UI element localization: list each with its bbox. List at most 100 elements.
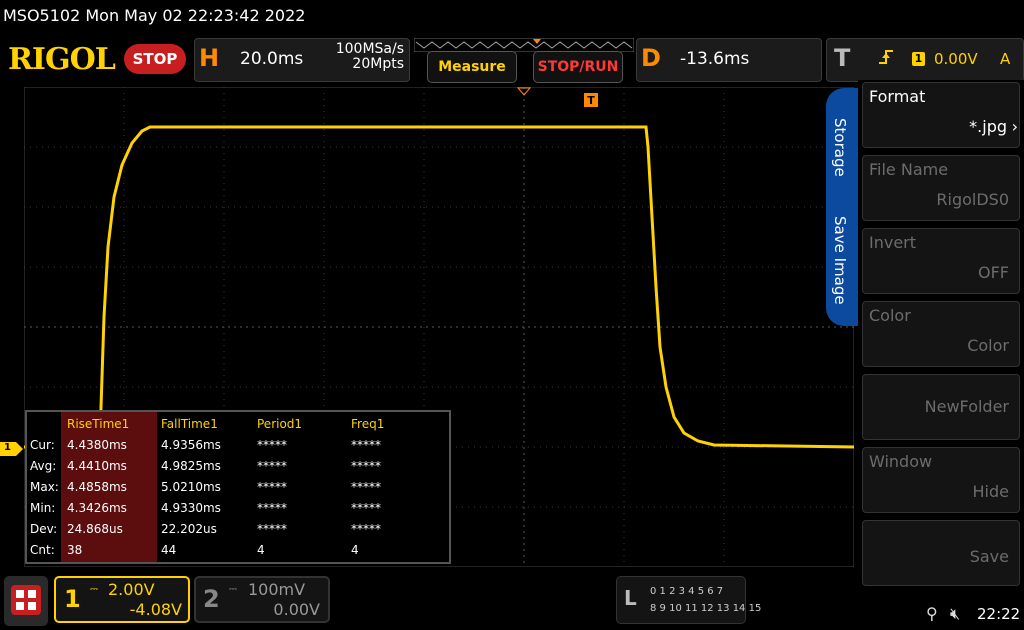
- table-cell: *****: [257, 438, 287, 452]
- row-label: Dev:: [30, 522, 58, 536]
- usb-icon: ⚲: [926, 604, 938, 623]
- home-button[interactable]: [4, 576, 48, 626]
- row-label: Max:: [30, 480, 59, 494]
- table-row: Dev: 24.868us 22.202us ***** *****: [27, 519, 447, 540]
- rising-edge-icon: [879, 50, 893, 64]
- menu-item-value: *.jpg: [969, 117, 1007, 136]
- table-row: Cnt: 38 44 4 4: [27, 540, 447, 561]
- trigger-panel[interactable]: [826, 38, 1024, 82]
- channel-2-offset: 0.00V: [273, 600, 320, 619]
- table-cell: *****: [257, 480, 287, 494]
- menu-item-title: Invert: [869, 233, 917, 252]
- menu-item-window[interactable]: Window Hide: [862, 447, 1020, 513]
- timebase-value: 20.0ms: [240, 49, 304, 69]
- horizontal-letter: H: [199, 44, 220, 72]
- table-cell: *****: [351, 438, 381, 452]
- delay-value: -13.6ms: [680, 49, 750, 69]
- table-row: Cur: 4.4380ms 4.9356ms ***** *****: [27, 435, 447, 456]
- table-cell: *****: [257, 459, 287, 473]
- grid-menu-icon: [11, 585, 41, 615]
- row-label: Cur:: [30, 438, 55, 452]
- logic-channels-row-2: 8 9 10 11 12 13 14 15: [650, 603, 762, 614]
- table-cell: *****: [351, 501, 381, 515]
- table-cell: 24.868us: [67, 522, 123, 536]
- clock: 22:22: [977, 605, 1021, 623]
- ch1-marker-label: 1: [4, 442, 11, 453]
- tab-storage[interactable]: Storage: [831, 118, 849, 177]
- table-cell: 4.9356ms: [161, 438, 221, 452]
- svg-text:T: T: [587, 94, 595, 107]
- table-cell: 4.4410ms: [67, 459, 127, 473]
- menu-item-title: File Name: [869, 160, 949, 179]
- menu-item-value: NewFolder: [924, 397, 1009, 416]
- row-label: Avg:: [30, 459, 57, 473]
- menu-item-value: RigolDS0: [936, 190, 1009, 209]
- row-label: Cnt:: [30, 543, 55, 557]
- table-cell: *****: [351, 459, 381, 473]
- run-state-badge[interactable]: STOP: [124, 44, 186, 74]
- menu-item-title: Format: [869, 87, 926, 106]
- measure-button[interactable]: Measure: [427, 51, 517, 83]
- table-row: Min: 4.3426ms 4.9330ms ***** *****: [27, 498, 447, 519]
- trigger-level: 0.00V: [934, 50, 978, 68]
- row-label: Min:: [30, 501, 56, 515]
- rigol-logo: RIGOL: [8, 42, 116, 77]
- menu-item-title: Window: [869, 452, 933, 471]
- sample-rate-info: 100MSa/s 20Mpts: [318, 42, 404, 72]
- chevron-right-icon: ›: [1011, 117, 1018, 136]
- menu-item-value: Hide: [972, 482, 1009, 501]
- model-datetime: MSO5102 Mon May 02 22:23:42 2022: [3, 6, 306, 25]
- table-cell: *****: [351, 522, 381, 536]
- table-row: Avg: 4.4410ms 4.9825ms ***** *****: [27, 456, 447, 477]
- col-header: Freq1: [351, 417, 385, 431]
- table-cell: 38: [67, 543, 83, 557]
- tab-save-image[interactable]: Save Image: [831, 216, 849, 305]
- table-cell: 5.0210ms: [161, 480, 221, 494]
- menu-item-title: Color: [869, 306, 911, 325]
- channel-1-scale: 2.00V: [108, 580, 155, 599]
- menu-item-value: OFF: [978, 263, 1009, 282]
- menu-item-new-folder[interactable]: NewFolder: [862, 374, 1020, 440]
- channel-2-scale: 100mV: [248, 580, 306, 599]
- col-header: RiseTime1: [67, 417, 130, 431]
- measurement-table: RiseTime1 FallTime1 Period1 Freq1 Cur: 4.…: [25, 410, 451, 564]
- logic-channels-row-1: 0 1 2 3 4 5 6 7: [650, 586, 724, 597]
- table-cell: 44: [161, 543, 177, 557]
- table-cell: 4.9330ms: [161, 501, 221, 515]
- dc-coupling-icon: ⎓: [229, 584, 237, 595]
- menu-item-value: Color: [967, 336, 1009, 355]
- trigger-mode: A: [1000, 50, 1011, 68]
- menu-item-value: Save: [969, 547, 1009, 566]
- table-cell: 4.4858ms: [67, 480, 127, 494]
- trigger-letter: T: [834, 44, 851, 72]
- memory-depth: 20Mpts: [352, 56, 404, 72]
- delay-letter: D: [641, 44, 661, 72]
- menu-item-invert[interactable]: Invert OFF: [862, 228, 1020, 294]
- table-cell: 22.202us: [161, 522, 217, 536]
- table-header-row: RiseTime1 FallTime1 Period1 Freq1: [27, 414, 447, 435]
- dc-coupling-icon: ⎓: [90, 584, 98, 595]
- table-cell: *****: [257, 501, 287, 515]
- trigger-channel-badge: 1: [912, 52, 925, 66]
- table-cell: 4: [351, 543, 359, 557]
- col-header: FallTime1: [161, 417, 218, 431]
- channel-2-number: 2: [203, 585, 220, 613]
- table-cell: 4.4380ms: [67, 438, 127, 452]
- stop-run-button[interactable]: STOP/RUN: [533, 51, 623, 83]
- menu-item-color[interactable]: Color Color: [862, 301, 1020, 367]
- menu-item-save[interactable]: Save: [862, 520, 1020, 586]
- table-row: Max: 4.4858ms 5.0210ms ***** *****: [27, 477, 447, 498]
- table-cell: *****: [257, 522, 287, 536]
- sample-rate: 100MSa/s: [335, 41, 404, 57]
- col-header: Period1: [257, 417, 303, 431]
- table-cell: *****: [351, 480, 381, 494]
- menu-item-format[interactable]: Format *.jpg ›: [862, 82, 1020, 148]
- table-cell: 4: [257, 543, 265, 557]
- menu-item-file-name[interactable]: File Name RigolDS0: [862, 155, 1020, 221]
- channel-1-offset: -4.08V: [129, 600, 182, 619]
- channel-1-number: 1: [64, 585, 81, 613]
- menu-tabs: Storage Save Image: [826, 88, 858, 326]
- side-menu: Format *.jpg › File Name RigolDS0 Invert…: [858, 80, 1024, 586]
- logic-analyzer-letter: L: [624, 586, 637, 610]
- speaker-muted-icon[interactable]: 🔇︎: [950, 604, 960, 624]
